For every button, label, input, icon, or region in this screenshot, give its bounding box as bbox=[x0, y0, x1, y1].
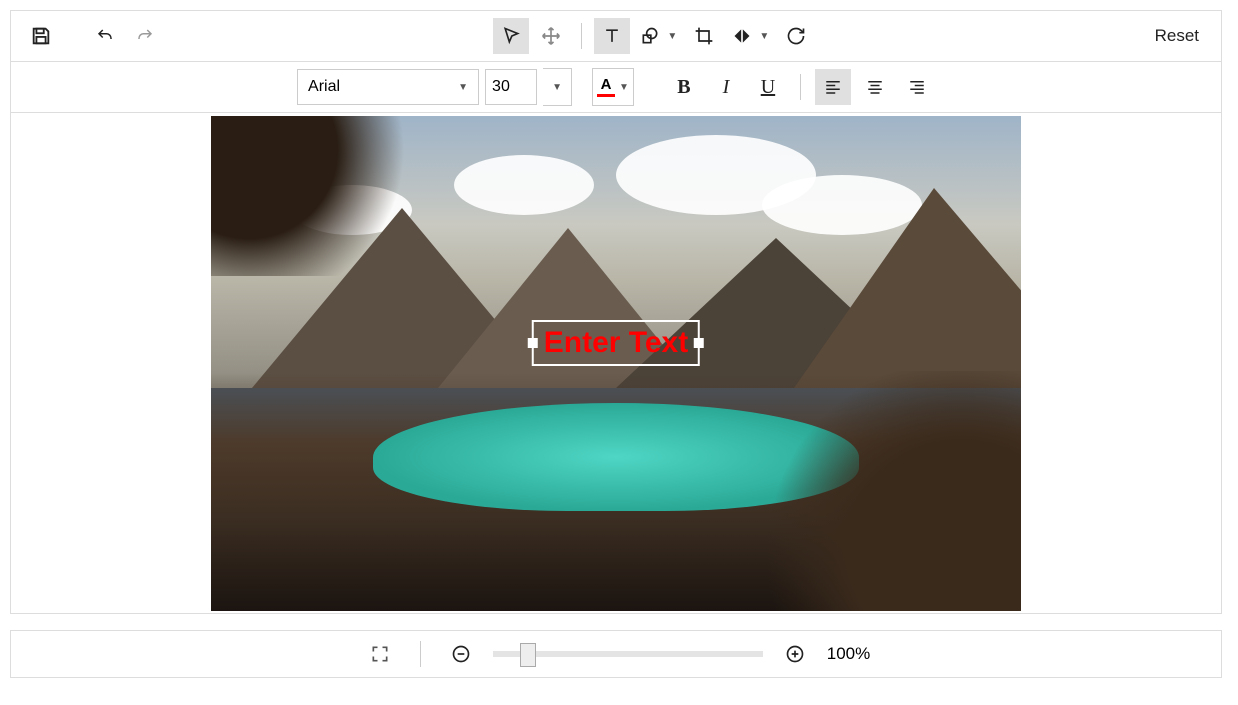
zoom-out-icon bbox=[451, 644, 471, 664]
bold-button[interactable]: B bbox=[666, 69, 702, 105]
move-tool-button[interactable] bbox=[533, 18, 569, 54]
font-family-select[interactable]: Arial ▼ bbox=[297, 69, 479, 105]
chevron-down-icon: ▼ bbox=[619, 82, 629, 93]
text-format-toolbar: Arial ▼ ▼ A ▼ B I U bbox=[11, 62, 1221, 113]
zoom-percent-label: 100% bbox=[827, 644, 870, 664]
image-canvas[interactable]: Enter Text bbox=[211, 116, 1021, 611]
align-right-button[interactable] bbox=[899, 69, 935, 105]
chevron-down-icon: ▼ bbox=[552, 82, 562, 93]
fit-icon bbox=[370, 644, 390, 664]
underline-icon: U bbox=[761, 76, 775, 99]
save-button[interactable] bbox=[23, 18, 59, 54]
resize-handle-right[interactable] bbox=[694, 338, 704, 348]
align-right-icon bbox=[907, 78, 927, 96]
text-annotation-input[interactable]: Enter Text bbox=[544, 326, 688, 359]
canvas-area: Enter Text bbox=[11, 113, 1221, 613]
font-family-value: Arial bbox=[308, 78, 340, 96]
align-center-icon bbox=[865, 78, 885, 96]
image-editor: ▼ ▼ Reset Arial ▼ ▼ bbox=[10, 10, 1222, 614]
zoom-slider[interactable] bbox=[493, 651, 763, 657]
align-left-icon bbox=[823, 78, 843, 96]
flip-icon bbox=[731, 26, 753, 46]
italic-button[interactable]: I bbox=[708, 69, 744, 105]
main-toolbar: ▼ ▼ Reset bbox=[11, 11, 1221, 62]
zoom-in-button[interactable] bbox=[777, 636, 813, 672]
flip-tool-button[interactable]: ▼ bbox=[726, 18, 774, 54]
chevron-down-icon: ▼ bbox=[458, 82, 468, 93]
save-icon bbox=[30, 25, 52, 47]
zoom-slider-thumb[interactable] bbox=[520, 643, 536, 667]
zoom-bar: 100% bbox=[10, 630, 1222, 678]
undo-icon bbox=[94, 27, 116, 45]
cursor-icon bbox=[501, 26, 521, 46]
align-left-button[interactable] bbox=[815, 69, 851, 105]
image-background bbox=[794, 188, 1021, 388]
font-color-icon: A bbox=[597, 78, 615, 97]
zoom-in-icon bbox=[785, 644, 805, 664]
bold-icon: B bbox=[677, 76, 690, 99]
separator bbox=[800, 74, 801, 100]
underline-button[interactable]: U bbox=[750, 69, 786, 105]
text-tool-button[interactable] bbox=[594, 18, 630, 54]
text-icon bbox=[602, 26, 622, 46]
zoom-out-button[interactable] bbox=[443, 636, 479, 672]
chevron-down-icon: ▼ bbox=[667, 31, 677, 42]
undo-button[interactable] bbox=[87, 18, 123, 54]
crop-tool-button[interactable] bbox=[686, 18, 722, 54]
resize-handle-left[interactable] bbox=[528, 338, 538, 348]
move-icon bbox=[541, 26, 561, 46]
shape-icon bbox=[639, 26, 661, 46]
cursor-tool-button[interactable] bbox=[493, 18, 529, 54]
reset-button[interactable]: Reset bbox=[1145, 26, 1209, 46]
crop-icon bbox=[694, 26, 714, 46]
separator bbox=[420, 641, 421, 667]
redo-icon bbox=[134, 27, 156, 45]
font-size-input[interactable] bbox=[485, 69, 537, 105]
text-annotation-box[interactable]: Enter Text bbox=[532, 320, 700, 366]
italic-icon: I bbox=[723, 76, 730, 99]
shape-tool-button[interactable]: ▼ bbox=[634, 18, 682, 54]
rotate-icon bbox=[786, 26, 806, 46]
redo-button[interactable] bbox=[127, 18, 163, 54]
image-background bbox=[454, 155, 594, 215]
fit-screen-button[interactable] bbox=[362, 636, 398, 672]
chevron-down-icon: ▼ bbox=[759, 31, 769, 42]
font-size-dropdown[interactable]: ▼ bbox=[543, 68, 572, 106]
rotate-tool-button[interactable] bbox=[778, 18, 814, 54]
image-background bbox=[211, 116, 431, 276]
separator bbox=[581, 23, 582, 49]
font-color-button[interactable]: A ▼ bbox=[592, 68, 634, 106]
image-background bbox=[751, 371, 1021, 611]
align-center-button[interactable] bbox=[857, 69, 893, 105]
